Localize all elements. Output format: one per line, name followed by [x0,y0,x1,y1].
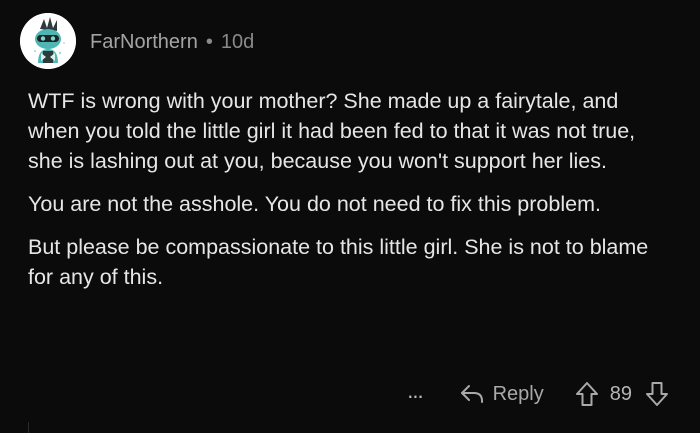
comment-header: FarNorthern • 10d [20,12,254,70]
comment-paragraph: But please be compassionate to this litt… [28,235,649,289]
username-link[interactable]: FarNorthern [90,31,198,54]
thread-line [28,422,29,433]
comment-paragraph: WTF is wrong with your mother? She made … [28,89,636,173]
vote-score: 89 [609,382,632,405]
comment-age: 10d [220,30,255,53]
meta-separator: • [205,30,213,53]
comment-body: WTF is wrong with your mother? She made … [28,86,668,305]
more-options-button[interactable]: ... [407,380,423,408]
comment-card: FarNorthern • 10d WTF is wrong with your… [0,0,700,433]
vote-controls: 89 [574,380,670,408]
comment-paragraph: You are not the asshole. You do not need… [28,192,601,216]
reply-arrow-icon [460,385,483,403]
comment-actions: ... Reply 89 [407,377,670,411]
snoo-avatar-icon [20,13,76,69]
user-avatar[interactable] [20,13,76,69]
downvote-arrow-icon[interactable] [644,380,670,408]
reply-button[interactable]: Reply [459,383,544,406]
upvote-arrow-icon[interactable] [574,380,600,408]
comment-meta: FarNorthern • 10d [90,31,254,54]
reply-label: Reply [492,382,544,405]
